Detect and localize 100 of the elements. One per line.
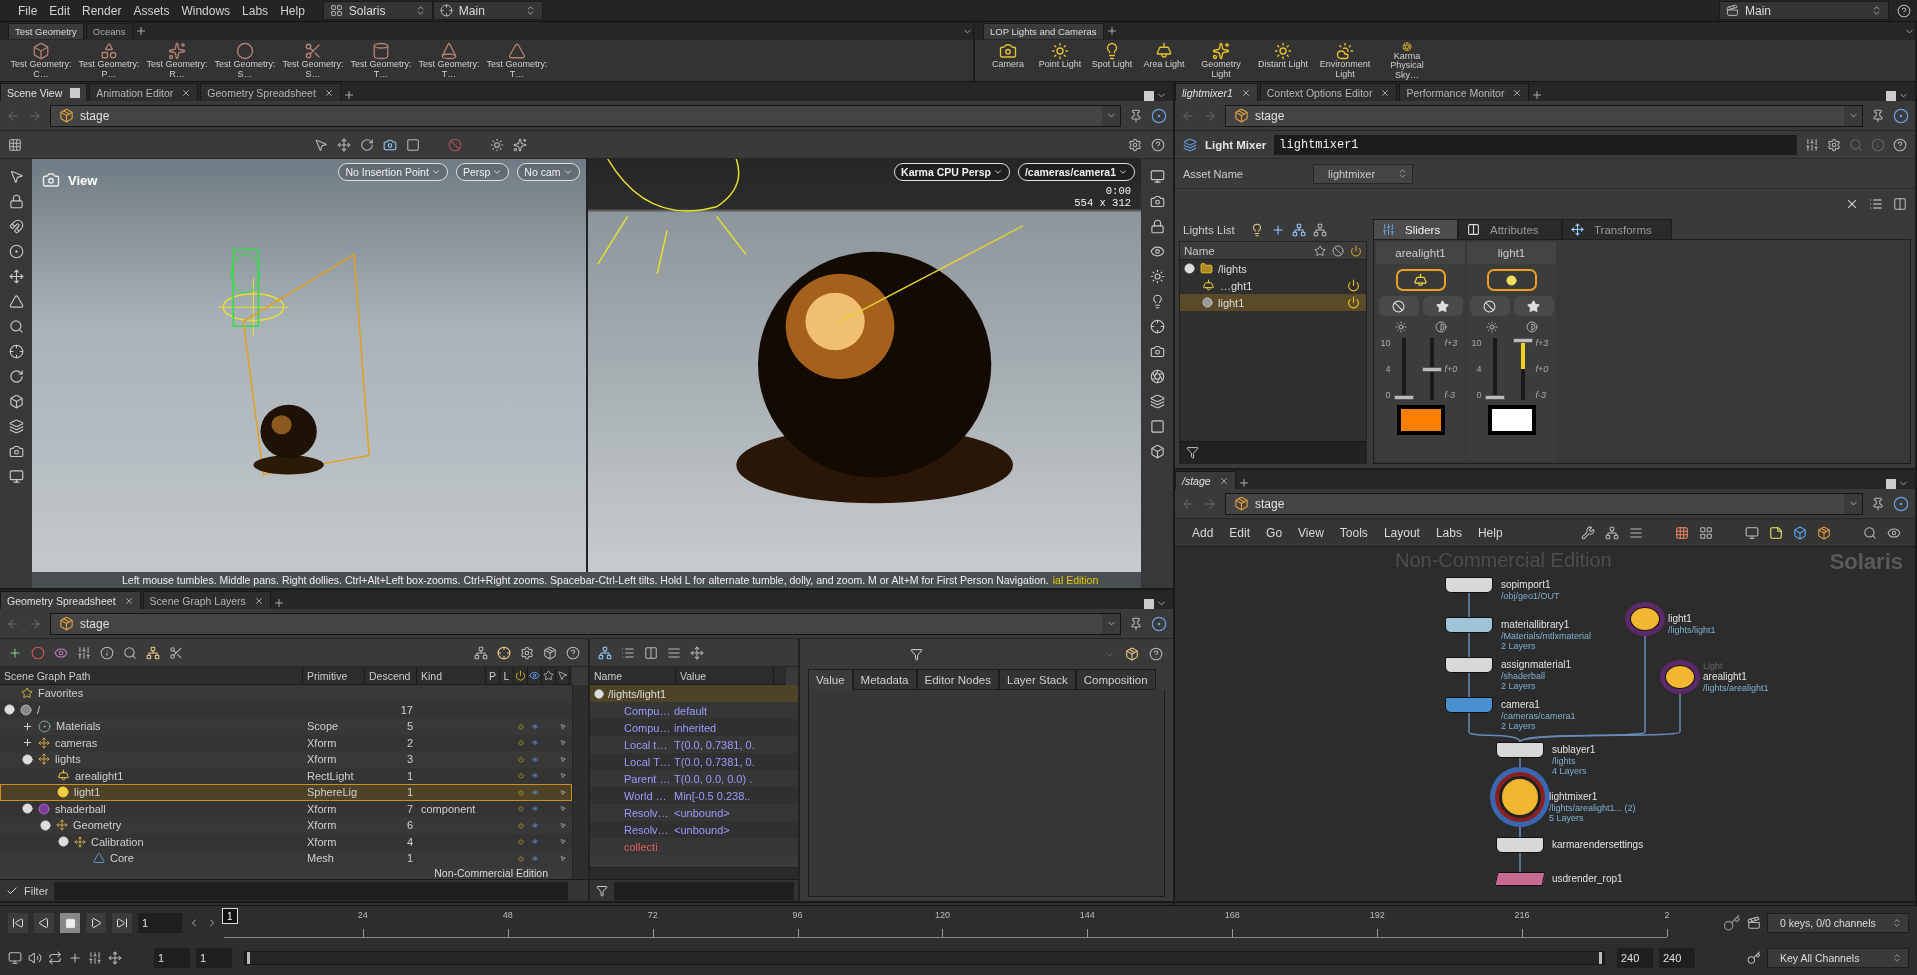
path-field[interactable]: stage (50, 612, 1121, 635)
desktop-dropdown[interactable]: Solaris (322, 1, 433, 20)
node-name[interactable]: arealight1 (1703, 671, 1769, 683)
key-channels-button[interactable]: Key All Channels (1767, 947, 1909, 968)
menu-item[interactable]: Go (1263, 525, 1286, 540)
shelf-tool[interactable]: Karma Physical Sky… (1377, 42, 1437, 80)
menu-item[interactable]: File (12, 3, 44, 18)
tree-row[interactable]: light1 SphereLig 1 (0, 784, 572, 801)
detail-tab[interactable]: Value (808, 669, 853, 690)
menu-item[interactable]: Render (76, 3, 128, 18)
mixer-tab[interactable]: Transforms (1562, 219, 1672, 239)
pane-tab[interactable]: Scene View (0, 83, 88, 101)
menu-item[interactable]: View (1295, 525, 1327, 540)
pane-tab[interactable]: Geometry Spreadsheet (0, 591, 141, 609)
shelf-tool[interactable]: Environment Light (1315, 42, 1375, 80)
shelf-tool[interactable]: Camera (983, 42, 1033, 80)
pane-tab[interactable]: Animation Editor (89, 83, 199, 101)
menu-item[interactable]: Labs (1432, 525, 1465, 540)
node-name[interactable]: camera1 (1501, 699, 1576, 711)
detail-tab[interactable]: Composition (1075, 669, 1156, 690)
shelf-tab[interactable]: Test Geometry (8, 23, 84, 39)
detail-tab[interactable]: Editor Nodes (916, 669, 999, 690)
shelf-tool[interactable]: Test Geometry: T… (348, 42, 414, 80)
viewport-menu[interactable]: Karma CPU Persp (894, 163, 1010, 181)
pane-tab[interactable]: Context Options Editor (1259, 83, 1398, 101)
shelf-tool[interactable]: Distant Light (1253, 42, 1313, 80)
menu-item[interactable]: Windows (175, 3, 237, 18)
shelf-tool[interactable]: Test Geometry: S… (212, 42, 278, 80)
node-name[interactable]: lightmixer1 (1549, 791, 1636, 803)
node-name[interactable]: materiallibrary1 (1501, 619, 1592, 631)
path-field[interactable]: stage (50, 104, 1121, 127)
viewport-menu[interactable]: Persp (455, 163, 510, 181)
pane-tab[interactable]: lightmixer1 (1175, 83, 1258, 101)
range-start-field[interactable]: 1 (196, 947, 232, 968)
column-header[interactable]: Primitive (303, 667, 365, 684)
light-row[interactable]: /lights (1180, 260, 1366, 277)
pane-tab[interactable]: Scene Graph Layers (142, 591, 271, 609)
menu-item[interactable]: Labs (236, 3, 275, 18)
menu-item[interactable]: Assets (127, 3, 176, 18)
shelf-tool[interactable]: Area Light (1139, 42, 1189, 80)
tree-row[interactable]: /lights/light1 (590, 685, 798, 702)
mixer-tab[interactable]: Sliders (1373, 219, 1458, 239)
node-name-field[interactable]: lightmixer1 (1274, 134, 1797, 155)
menu-item[interactable]: Help (1474, 525, 1506, 540)
node-name[interactable]: sopimport1 (1501, 579, 1560, 591)
column-header[interactable]: Value (676, 667, 774, 684)
shelf-tool[interactable]: Test Geometry: R… (144, 42, 210, 80)
column-header[interactable]: P (486, 667, 500, 684)
node-name[interactable]: assignmaterial1 (1501, 659, 1572, 671)
column-header[interactable]: Kind (417, 667, 486, 684)
asset-dropdown[interactable]: lightmixer (1313, 163, 1413, 184)
range-end-field[interactable]: 240 (1617, 947, 1653, 968)
menu-item[interactable]: Tools (1336, 525, 1371, 540)
playhead[interactable]: 1 (222, 908, 238, 925)
menu-item[interactable]: Add (1189, 525, 1217, 540)
desktop-dropdown[interactable]: Main (1719, 1, 1889, 20)
path-field[interactable]: stage (1225, 104, 1863, 127)
layout-dropdown[interactable]: Main (432, 1, 543, 20)
detail-tab[interactable]: Metadata (852, 669, 917, 690)
shelf-tab[interactable]: LOP Lights and Cameras (983, 23, 1104, 39)
filter-label: Filter (24, 884, 49, 897)
mixer-tab[interactable]: Attributes (1458, 219, 1562, 239)
shelf-tool[interactable]: Test Geometry: S… (280, 42, 346, 80)
shelf-tool[interactable]: Test Geometry: T… (484, 42, 550, 80)
start-frame-field[interactable]: 1 (154, 947, 190, 968)
pane-tab[interactable]: Performance Monitor (1399, 83, 1530, 101)
end-frame-field[interactable]: 240 (1659, 947, 1695, 968)
path-field[interactable]: stage (1225, 492, 1863, 515)
node-name[interactable]: sublayer1 (1552, 744, 1596, 756)
viewport[interactable]: Karma CPU Persp /cameras/camera1 0:00 554 x 312 (587, 159, 1141, 572)
detail-tab[interactable]: Layer Stack (999, 669, 1076, 690)
viewport[interactable]: View No Insertion Point Persp No cam (32, 159, 586, 572)
column-header[interactable]: Name (590, 667, 676, 684)
node-name[interactable]: light1 (1668, 613, 1716, 625)
menu-item[interactable]: Edit (43, 3, 77, 18)
viewport-menu[interactable]: No cam (517, 163, 580, 181)
pane-tab[interactable]: Geometry Spreadsheet (200, 83, 341, 101)
shelf-tool[interactable]: Test Geometry: C… (8, 42, 74, 80)
timeline-ruler[interactable]: 1 24 48 72 96 120 144 168 192 216 2 (224, 908, 1667, 939)
viewport-menu[interactable]: No Insertion Point (338, 163, 448, 181)
menu-item[interactable]: Edit (1226, 525, 1254, 540)
shelf-tool[interactable]: Spot Light (1087, 42, 1137, 80)
shelf-tool[interactable]: Point Light (1035, 42, 1085, 80)
node-name[interactable]: usdrender_rop1 (1552, 873, 1623, 885)
column-header[interactable]: L (500, 667, 514, 684)
frame-field[interactable]: 1 (138, 913, 182, 934)
node-name[interactable]: karmarendersettings (1552, 839, 1644, 851)
menu-item[interactable]: Layout (1380, 525, 1423, 540)
menu-item[interactable]: Help (274, 3, 311, 18)
shelf-tool[interactable]: Test Geometry: P… (76, 42, 142, 80)
shelf-tool[interactable]: Test Geometry: T… (416, 42, 482, 80)
keys-dropdown[interactable]: 0 keys, 0/0 channels (1767, 913, 1909, 934)
light-row[interactable]: light1 (1180, 294, 1366, 311)
light-row[interactable]: …ght1 (1180, 277, 1366, 294)
column-header[interactable]: Descend (365, 667, 417, 684)
shelf-tab[interactable]: Oceans (85, 23, 133, 39)
column-header[interactable]: Scene Graph Path (0, 667, 303, 684)
pane-tab[interactable]: /stage (1175, 471, 1236, 489)
shelf-tool[interactable]: Geometry Light (1191, 42, 1251, 80)
viewport-menu[interactable]: /cameras/camera1 (1017, 163, 1135, 181)
